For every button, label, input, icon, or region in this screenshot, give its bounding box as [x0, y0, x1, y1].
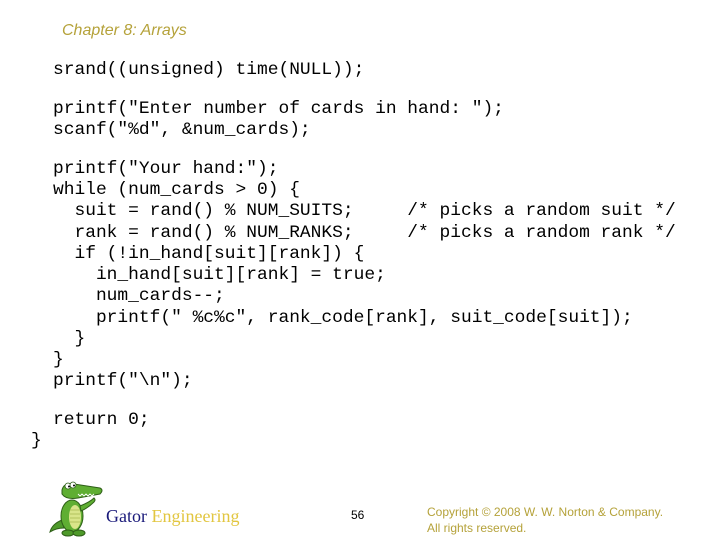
code-line: num_cards--; — [53, 286, 225, 306]
copyright-line-1: Copyright © 2008 W. W. Norton & Company. — [427, 505, 664, 519]
brand-word-engineering: Engineering — [151, 506, 240, 526]
code-line: printf("Enter number of cards in hand: "… — [53, 99, 504, 119]
code-line: in_hand[suit][rank] = true; — [53, 265, 386, 285]
chapter-title: Chapter 8: Arrays — [62, 22, 187, 39]
page-number: 56 — [351, 508, 365, 522]
brand-word-gator: Gator — [106, 506, 147, 526]
code-line: srand((unsigned) time(NULL)); — [53, 60, 365, 80]
gator-engineering-logo-text: Gator Engineering — [106, 506, 239, 527]
code-line: } — [53, 350, 64, 370]
code-line: printf("Your hand:"); — [53, 159, 279, 179]
code-line: return 0; — [53, 410, 150, 430]
code-line: scanf("%d", &num_cards); — [53, 120, 311, 140]
code-line: printf("\n"); — [53, 371, 193, 391]
code-line: } — [53, 329, 86, 349]
copyright-line-2: All rights reserved. — [427, 521, 527, 535]
code-line: } — [31, 431, 42, 451]
code-line: while (num_cards > 0) { — [53, 180, 300, 200]
gator-mascot-icon — [49, 481, 103, 537]
code-line: suit = rand() % NUM_SUITS; /* picks a ra… — [53, 201, 676, 221]
code-line: rank = rand() % NUM_RANKS; /* picks a ra… — [53, 223, 676, 243]
code-line: printf(" %c%c", rank_code[rank], suit_co… — [53, 308, 633, 328]
copyright-notice: Copyright © 2008 W. W. Norton & Company.… — [427, 504, 663, 536]
code-line: if (!in_hand[suit][rank]) { — [53, 244, 365, 264]
